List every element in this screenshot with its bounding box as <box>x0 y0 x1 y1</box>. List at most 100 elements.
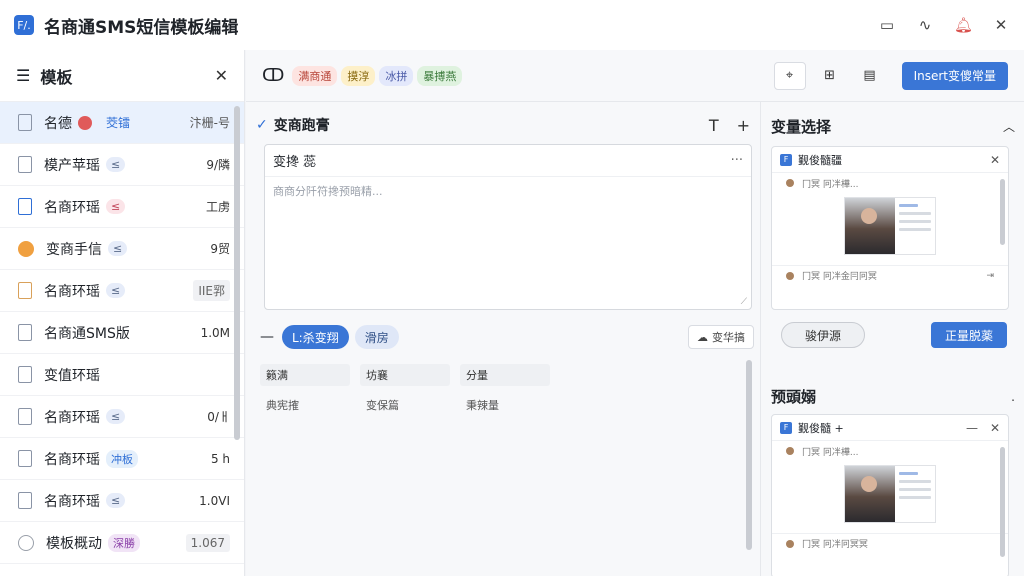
template-item[interactable]: 名商环瑶 ≤0/ㅐ <box>0 396 244 438</box>
close-icon[interactable]: ✕ <box>990 421 1000 435</box>
grid-cell[interactable]: 变保篇 <box>360 394 450 416</box>
card-line: 冂冥 冋冸樺... <box>802 179 859 190</box>
preview-thumbnail <box>844 465 936 523</box>
template-name: 名商环瑶 <box>44 451 100 468</box>
category-chip[interactable]: 冰拼 <box>379 65 414 86</box>
badge-icon <box>78 115 92 130</box>
document-icon <box>18 408 32 425</box>
message-box[interactable]: 变搀 蕊 ··· 商商分阡符搀预暗精... ⟋ <box>264 144 752 310</box>
document-icon <box>18 366 32 383</box>
window-actions: ▭ ∿ 🔔︎ ✕ <box>878 16 1010 34</box>
template-size: 9贸 <box>210 242 230 256</box>
template-item[interactable]: 名德 茭镭 汴栅-号 <box>0 102 244 144</box>
template-size: 工虏 <box>205 200 230 214</box>
side-action-button[interactable]: ☁︎ 变华搞 <box>688 325 754 349</box>
wave-icon[interactable]: ∿ <box>916 16 934 34</box>
monitor-icon[interactable]: ▭ <box>878 16 896 34</box>
template-item[interactable]: 名商通SMS版 1.0M <box>0 312 244 354</box>
preview-thumbnail <box>844 197 936 255</box>
template-tag: ≤ <box>106 199 126 214</box>
chevron-up-icon[interactable]: ︿ <box>1003 118 1015 135</box>
template-item[interactable]: 变商手信 ≤9贸 <box>0 228 244 270</box>
insert-variable-button[interactable]: Insert变傻常量 <box>901 61 1008 90</box>
doc-icon[interactable]: ▤ <box>854 62 886 90</box>
template-name: 名商环瑶 <box>44 493 100 510</box>
variable-card: F 觐俊髓疆 ✕ 冂冥 冋冸樺... 冂冥 冋冸金冃冋冥 ⇥ <box>771 146 1009 310</box>
template-item[interactable]: 名商环瑶 ≤ 工虏 <box>0 186 244 228</box>
pill-primary[interactable]: L:杀变翔 <box>282 325 349 349</box>
category-chip[interactable]: 摸淳 <box>341 65 376 86</box>
grid-cell[interactable]: 坊襄 <box>360 364 450 386</box>
template-item[interactable]: 名商环瑶 ≤ IIE郛 <box>0 270 244 312</box>
editor-scrollbar[interactable] <box>746 360 752 550</box>
template-name: 名商通SMS版 <box>44 325 130 342</box>
resize-handle-icon[interactable]: ⟋ <box>741 297 747 307</box>
template-size: 9/隣 <box>206 158 230 172</box>
arrow-icon[interactable]: ⇥ <box>986 271 994 281</box>
template-item[interactable]: 名商环瑶 冲板 5 h <box>0 438 244 480</box>
grid-cell[interactable]: 分量 <box>460 364 550 386</box>
pill-secondary[interactable]: 滑房 <box>354 325 399 349</box>
title-bar: F/. 名商通SMS短信模板编辑 ▭ ∿ 🔔︎ ✕ <box>0 0 1024 50</box>
template-name: 名德 <box>44 115 72 132</box>
template-tag: ≤ <box>106 493 126 508</box>
close-icon[interactable]: ✕ <box>990 153 1000 167</box>
template-item[interactable]: 变值环瑶 <box>0 354 244 396</box>
template-extra: 汴栅-号 <box>189 116 230 130</box>
template-item[interactable]: 模产苹瑶 ≤9/隣 <box>0 144 244 186</box>
document-icon <box>18 450 32 467</box>
app-icon: F/. <box>14 15 34 35</box>
variable-card-title: 觐俊髓疆 <box>798 153 842 167</box>
grid-cell[interactable]: 典宪搉 <box>260 394 350 416</box>
card-scrollbar[interactable] <box>1000 179 1005 245</box>
category-chip[interactable]: 满商通 <box>292 65 338 86</box>
document-icon <box>18 156 32 173</box>
template-item[interactable]: 模板概动 深勝 1.067 <box>0 522 244 564</box>
variable-grid: 籁满 坊襄 分量 典宪搉 变保篇 秉辣量 <box>260 364 550 424</box>
status-icon <box>18 240 34 257</box>
grid-icon[interactable]: ⊞ <box>814 62 846 90</box>
template-size: IIE郛 <box>193 280 230 301</box>
card-line: 冂冥 冋冸冋冥冥 <box>802 540 868 550</box>
template-name: 模板概动 <box>46 535 102 552</box>
grid-cell[interactable]: 籁满 <box>260 364 350 386</box>
document-icon <box>18 198 32 215</box>
avatar <box>786 179 794 187</box>
photo-image <box>845 198 895 254</box>
preview-section-title: 预頭嫋 <box>771 388 817 406</box>
template-tag: 冲板 <box>106 449 138 468</box>
menu-icon[interactable]: ☰ <box>16 66 30 85</box>
cloud-icon: ☁︎ <box>697 330 708 344</box>
cancel-button[interactable]: 骏伊源 <box>781 322 865 348</box>
photo-image <box>845 466 895 522</box>
confirm-button[interactable]: 正量脱薬 <box>931 322 1007 348</box>
message-input[interactable]: 商商分阡符搀预暗精... <box>265 177 751 205</box>
card-scrollbar[interactable] <box>1000 447 1005 557</box>
close-icon[interactable]: ✕ <box>992 16 1010 34</box>
editor-area: ✓ 变商跑膏 T + 变搀 蕊 ··· 商商分阡符搀预暗精... ⟋ — L:杀… <box>246 102 760 576</box>
sidebar-scrollbar[interactable] <box>234 106 240 440</box>
pin-icon[interactable]: ⌖ <box>773 61 806 90</box>
right-panel: 变量选择 ︿ F 觐俊髓疆 ✕ 冂冥 冋冸樺... 冂冥 冋冸金冃冋冥 ⇥ 骏伊… <box>760 102 1024 576</box>
category-chips: 满商通 摸淳 冰拼 暴搏燕 <box>292 65 466 86</box>
category-chip[interactable]: 暴搏燕 <box>417 65 463 86</box>
template-list: 名德 茭镭 汴栅-号 模产苹瑶 ≤9/隣 名商环瑶 ≤ 工虏 变商手信 ≤9贸 名商环瑶 ≤ IIE郛名… <box>0 102 244 576</box>
more-icon[interactable]: ··· <box>731 153 743 168</box>
add-icon[interactable]: + <box>737 116 750 135</box>
template-size: 1.067 <box>185 533 230 552</box>
template-sidebar: ☰ 模板 ✕ 名德 茭镭 汴栅-号 模产苹瑶 ≤9/隣 名商环瑶 ≤ 工虏 变商手信 ≤9贸 名商环… <box>0 50 245 576</box>
collapse-icon[interactable]: — <box>260 329 274 345</box>
variable-section-header: 变量选择 ︿ <box>771 116 1015 137</box>
template-tag: ≤ <box>106 409 126 424</box>
bell-icon[interactable]: 🔔︎ <box>954 16 973 34</box>
minimize-icon[interactable]: — <box>966 421 978 435</box>
sidebar-close-icon[interactable]: ✕ <box>215 66 228 85</box>
card-icon: F <box>780 153 792 166</box>
grid-cell[interactable]: 秉辣量 <box>460 394 550 416</box>
template-item[interactable]: 名商环瑶 ≤1.0VI <box>0 480 244 522</box>
template-size: 1.0M <box>200 325 230 340</box>
message-box-title: 变搀 蕊 <box>273 155 317 170</box>
text-format-icon[interactable]: T <box>709 116 719 135</box>
sidebar-header: ☰ 模板 ✕ <box>0 50 244 102</box>
preview-card: F 觐俊髓 + — ✕ 冂冥 冋冸樺... 冂冥 冋冸冋冥冥 <box>771 414 1009 576</box>
